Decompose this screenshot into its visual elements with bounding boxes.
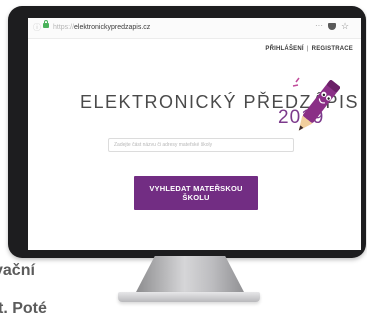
nav-separator: | xyxy=(306,46,309,52)
info-icon[interactable]: ⓘ xyxy=(33,23,41,33)
pocket-icon[interactable] xyxy=(328,23,336,30)
background-text-line2: t. Poté xyxy=(0,300,47,317)
login-link[interactable]: PŘIHLÁŠENÍ xyxy=(265,46,303,52)
url-protocol: https:// xyxy=(53,24,75,31)
background-text-line1: vační xyxy=(0,262,35,279)
bookmark-star-icon[interactable]: ☆ xyxy=(341,21,349,32)
page-actions-menu-icon[interactable]: ··· xyxy=(315,21,323,30)
top-navigation: PŘIHLÁŠENÍ | REGISTRACE xyxy=(265,46,353,52)
url-text[interactable]: https://elektronickypredzapis.cz xyxy=(53,23,150,33)
lock-icon xyxy=(43,20,49,28)
browser-address-bar[interactable]: ⓘ https://elektronickypredzapis.cz ··· ☆ xyxy=(28,18,361,39)
url-domain: elektronickypredzapis.cz xyxy=(74,24,151,31)
pencil-mascot-icon xyxy=(292,77,340,131)
monitor-frame: ⓘ https://elektronickypredzapis.cz ··· ☆… xyxy=(8,6,366,258)
school-search-input[interactable] xyxy=(108,138,294,152)
monitor-stand-neck xyxy=(135,256,245,294)
find-kindergarten-button[interactable]: VYHLEDAT MATEŘSKOU ŠKOLU xyxy=(134,176,258,210)
register-link[interactable]: REGISTRACE xyxy=(312,46,353,52)
screen: ⓘ https://elektronickypredzapis.cz ··· ☆… xyxy=(28,18,361,250)
monitor-stand-base xyxy=(118,292,260,302)
